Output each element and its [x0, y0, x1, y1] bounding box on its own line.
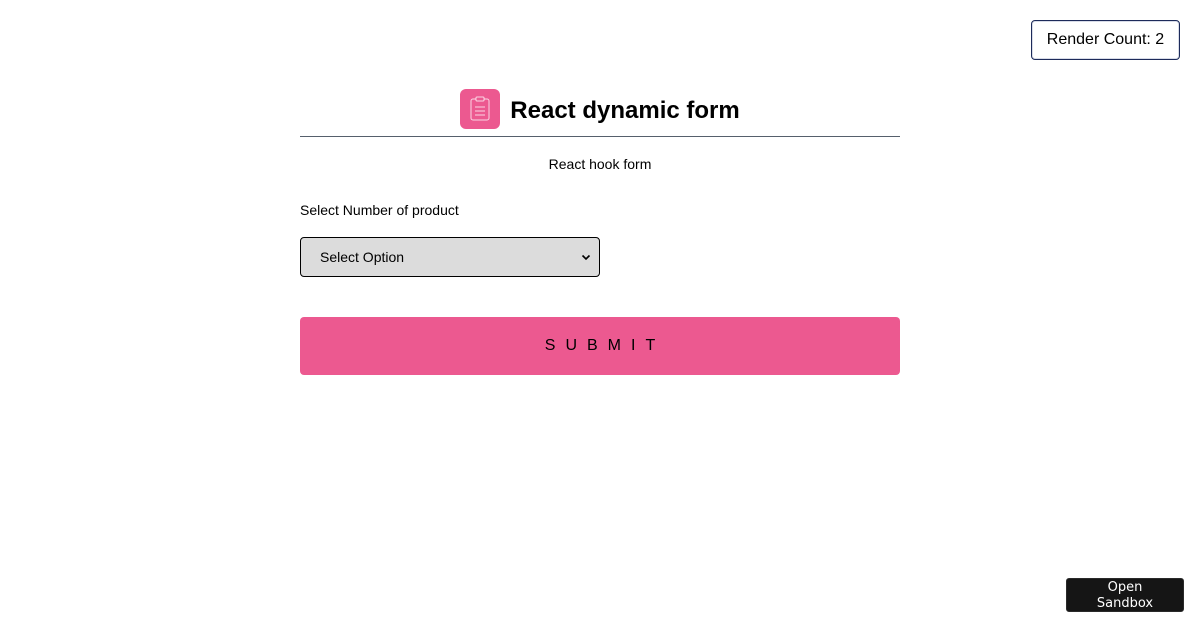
- open-sandbox-button[interactable]: Open Sandbox: [1066, 578, 1184, 612]
- select-selected-value: Select Option: [320, 249, 405, 265]
- page-subtitle: React hook form: [548, 156, 652, 172]
- dynamic-form: React dynamic form React hook form Selec…: [300, 89, 900, 375]
- product-count-select[interactable]: Select Option: [300, 237, 600, 277]
- render-count-label: Render Count: 2: [1046, 31, 1165, 48]
- open-sandbox-label: Open Sandbox: [1096, 580, 1154, 611]
- chevron-down-icon: [581, 254, 591, 261]
- clipboard-icon: [460, 89, 501, 129]
- page: Render Count: 2 React dynamic form React…: [0, 0, 1200, 630]
- form-header: React dynamic form: [300, 89, 900, 129]
- product-count-label: Select Number of product: [300, 202, 459, 218]
- page-title: React dynamic form: [510, 97, 740, 124]
- header-divider: [300, 136, 900, 137]
- render-count-badge: Render Count: 2: [1031, 20, 1180, 60]
- submit-button[interactable]: SUBMIT: [300, 317, 900, 375]
